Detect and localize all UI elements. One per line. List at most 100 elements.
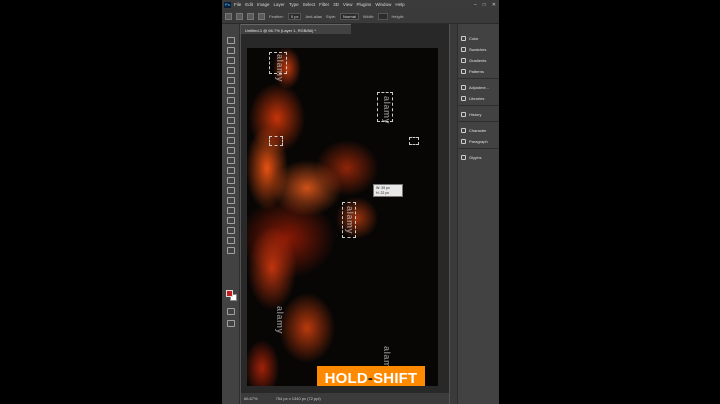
menu-3d[interactable]: 3D: [333, 2, 339, 7]
banner-shift: SHIFT: [373, 369, 418, 387]
healing-brush-icon[interactable]: [227, 107, 235, 114]
menu-select[interactable]: Select: [303, 2, 316, 7]
quick-mask-icon[interactable]: [227, 308, 235, 315]
feather-input[interactable]: 0 px: [287, 12, 302, 20]
antialias-checkbox[interactable]: Anti-alias: [305, 14, 321, 19]
color-icon: [461, 35, 466, 41]
menu-bar: Ps File Edit Image Layer Type Select Fil…: [222, 0, 499, 9]
panel-label: Color: [469, 35, 479, 41]
subtract-selection-icon[interactable]: [258, 12, 265, 20]
type-icon[interactable]: [227, 197, 235, 204]
history-brush-icon[interactable]: [227, 137, 235, 144]
watermark-text: alamy: [382, 96, 392, 125]
panel-gradients[interactable]: Gradients: [461, 55, 486, 65]
measure-tooltip: W: 39 px H: 22 px: [373, 184, 403, 197]
panel-label: Paragraph: [469, 138, 488, 144]
panel-label: Gradients: [469, 57, 487, 63]
new-selection-icon[interactable]: [236, 12, 243, 20]
selection-marquee: [269, 136, 283, 146]
panel-paragraph[interactable]: Paragraph: [461, 136, 488, 146]
options-bar: Feather: 0 px Anti-alias Style: Normal W…: [222, 9, 499, 24]
character-icon: [461, 127, 466, 133]
panel-label: Swatches: [469, 46, 487, 52]
panel-label: Adjustme...: [469, 84, 490, 90]
panel-patterns[interactable]: Patterns: [461, 66, 484, 76]
panel-label: Libraries: [469, 95, 485, 101]
panel-divider: [458, 78, 499, 79]
panel-glyphs[interactable]: Glyphs: [461, 152, 481, 162]
frame-icon[interactable]: [227, 87, 235, 94]
height-label: Height:: [391, 13, 405, 19]
document-tab[interactable]: Untitled-1 @ 66.7% (Layer 1, RGB/8#) *: [241, 24, 351, 34]
adjustments-icon: [461, 84, 466, 90]
move-tool-icon[interactable]: [227, 37, 235, 44]
width-label: Width:: [362, 13, 375, 19]
blur-icon[interactable]: [227, 167, 235, 174]
pen-icon[interactable]: [227, 187, 235, 194]
menu-file[interactable]: File: [234, 2, 241, 7]
zoom-icon[interactable]: [227, 237, 235, 244]
menu-type[interactable]: Type: [289, 2, 299, 7]
document-area: Untitled-1 @ 66.7% (Layer 1, RGB/8#) * a…: [241, 24, 449, 396]
swatches-icon: [461, 46, 466, 52]
style-select[interactable]: Normal: [339, 12, 359, 20]
eraser-icon[interactable]: [227, 147, 235, 154]
paragraph-icon: [461, 138, 466, 144]
panel-adjustments[interactable]: Adjustme...: [461, 82, 489, 92]
menu-window[interactable]: Window: [375, 2, 391, 7]
panel-label: Glyphs: [469, 154, 482, 160]
selection-marquee: [409, 137, 419, 145]
crop-icon[interactable]: [227, 77, 235, 84]
glyphs-icon: [461, 154, 466, 160]
path-select-icon[interactable]: [227, 207, 235, 214]
gradients-icon: [461, 57, 466, 63]
hold-shift-banner: HOLD - SHIFT: [317, 366, 425, 386]
gradient-icon[interactable]: [227, 157, 235, 164]
panel-label: Character: [469, 127, 487, 133]
photoshop-window: Ps File Edit Image Layer Type Select Fil…: [222, 0, 499, 404]
minimize-icon[interactable]: –: [474, 2, 477, 8]
menu-filter[interactable]: Filter: [319, 2, 329, 7]
banner-hold: HOLD: [324, 369, 368, 387]
rectangle-icon[interactable]: [227, 217, 235, 224]
eyedropper-icon[interactable]: [227, 97, 235, 104]
panel-swatches[interactable]: Swatches: [461, 44, 486, 54]
lasso-icon[interactable]: [227, 57, 235, 64]
foreground-color-swatch[interactable]: [226, 290, 233, 297]
menu-help[interactable]: Help: [395, 2, 404, 7]
panel-character[interactable]: Character: [461, 125, 487, 135]
menu-layer[interactable]: Layer: [274, 2, 285, 7]
marquee-tool-icon[interactable]: [225, 12, 232, 20]
panel-history[interactable]: History: [461, 109, 481, 119]
canvas[interactable]: alamy alamy alamy alamy alamy W: 39 px H…: [247, 48, 438, 386]
add-selection-icon[interactable]: [247, 12, 254, 20]
brush-icon[interactable]: [227, 117, 235, 124]
close-icon[interactable]: ✕: [492, 2, 496, 8]
dodge-icon[interactable]: [227, 177, 235, 184]
width-input[interactable]: [378, 12, 388, 20]
document-size: 754 px x 1340 px (72 ppi): [275, 396, 321, 401]
panels-dock: Color Swatches Gradients Patterns Adjust…: [457, 24, 499, 404]
quick-select-icon[interactable]: [227, 67, 235, 74]
panel-divider: [458, 148, 499, 149]
patterns-icon: [461, 68, 466, 74]
hand-icon[interactable]: [227, 227, 235, 234]
panel-label: Patterns: [469, 68, 484, 74]
rectangular-marquee-icon[interactable]: [227, 47, 235, 54]
watermark-text: alamy: [345, 206, 355, 235]
photoshop-logo-icon: Ps: [224, 1, 231, 8]
menu-image[interactable]: Image: [257, 2, 270, 7]
panel-libraries[interactable]: Libraries: [461, 93, 484, 103]
screen-mode-icon[interactable]: [227, 320, 235, 327]
clone-stamp-icon[interactable]: [227, 127, 235, 134]
watermark-text: alamy: [275, 306, 285, 335]
menu-edit[interactable]: Edit: [245, 2, 253, 7]
maximize-icon[interactable]: □: [483, 2, 486, 8]
menu-plugins[interactable]: Plugins: [357, 2, 372, 7]
panel-label: History: [469, 111, 482, 117]
panel-divider: [458, 121, 499, 122]
more-tools-icon[interactable]: [227, 247, 235, 254]
zoom-level[interactable]: 66.67%: [244, 396, 258, 401]
menu-view[interactable]: View: [343, 2, 353, 7]
panel-color[interactable]: Color: [461, 33, 479, 43]
